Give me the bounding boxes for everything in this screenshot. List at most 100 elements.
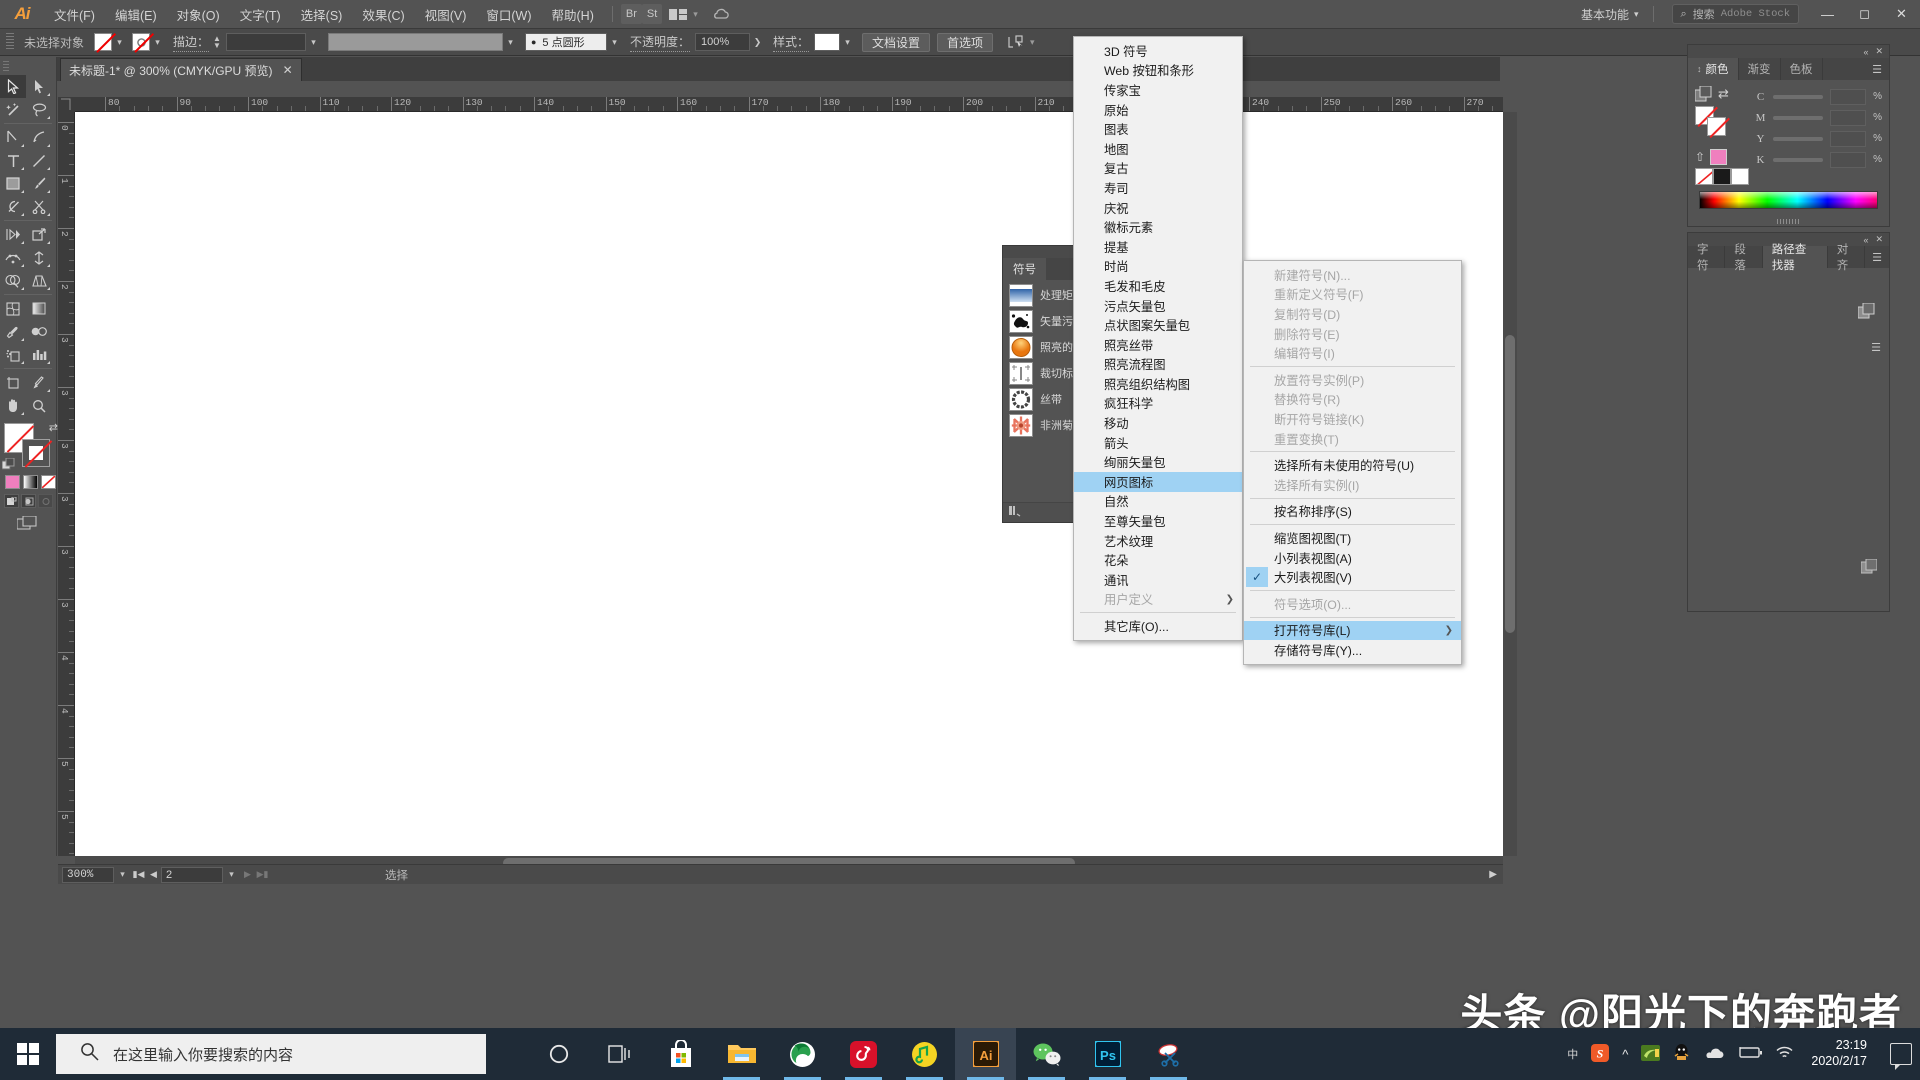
start-button[interactable] [0,1028,56,1080]
color-spectrum-ramp[interactable] [1699,191,1878,209]
menu-item[interactable]: 存储符号库(Y)... [1244,640,1461,660]
vertical-scrollbar[interactable] [1503,112,1517,856]
wifi-icon[interactable] [1775,1045,1794,1063]
perspective-grid-tool[interactable] [26,269,52,292]
menu-select[interactable]: 选择(S) [291,0,353,28]
cortana-icon[interactable] [528,1028,589,1080]
menu-item[interactable]: 徽标元素 [1074,217,1242,237]
photoshop-icon[interactable]: Ps [1077,1028,1138,1080]
stock-search-box[interactable]: ⌕ 搜索 Adobe Stock [1672,4,1799,24]
menu-item[interactable]: Web 按钮和条形 [1074,61,1242,81]
curvature-tool[interactable] [26,126,52,149]
white-swatch[interactable] [1731,168,1749,185]
menu-item[interactable]: 花朵 [1074,550,1242,570]
menu-item[interactable]: 自然 [1074,492,1242,512]
stroke-profile-field[interactable] [328,33,503,51]
taskbar-search-box[interactable]: 在这里输入你要搜索的内容 [56,1034,486,1074]
onedrive-icon[interactable] [1703,1046,1724,1063]
minus-front-icon[interactable] [1724,276,1748,296]
restore-color-icon[interactable]: ⇧ [1695,150,1705,164]
none-swatch[interactable] [1695,168,1713,185]
netease-music-icon[interactable] [833,1028,894,1080]
menu-item[interactable]: 缩览图视图(T) [1244,528,1461,548]
black-swatch[interactable] [1713,168,1731,185]
stroke-weight-field[interactable] [226,33,306,51]
graphic-style-dropdown[interactable]: ▾ [840,33,855,51]
unite-icon[interactable] [1696,276,1720,296]
tab-color[interactable]: ↕ 颜色 [1688,58,1739,80]
screen-mode-button[interactable] [17,516,56,535]
first-artboard-button[interactable]: ▮◀ [131,867,146,883]
blend-tool[interactable] [26,320,52,343]
menu-item[interactable]: 艺术纹理 [1074,531,1242,551]
tab-align[interactable]: 对齐 [1828,246,1865,268]
minimize-button[interactable]: — [1809,0,1846,28]
shaper-tool[interactable] [0,195,26,218]
selection-tool[interactable] [0,75,26,98]
taskbar-clock[interactable]: 23:19 2020/2/17 [1807,1038,1877,1069]
stroke-color-box[interactable] [22,439,50,467]
stroke-profile-dropdown[interactable]: ▾ [503,33,518,51]
draw-normal-button[interactable] [4,494,19,508]
paintbrush-tool[interactable] [26,172,52,195]
menu-item[interactable]: 图表 [1074,119,1242,139]
stroke-dropdown-icon[interactable]: ▾ [150,33,165,51]
rectangle-tool[interactable] [0,172,26,195]
tab-symbols[interactable]: 符号 [1003,258,1046,280]
menu-item[interactable]: 寿司 [1074,178,1242,198]
previous-artboard-button[interactable]: ◀ [146,867,161,883]
secondary-panel-footer-menu-icon[interactable]: ☰ [1871,341,1881,354]
width-tool[interactable] [0,246,26,269]
maximize-button[interactable]: ◻ [1846,0,1883,28]
select-similar-icon[interactable]: ▾ [1001,32,1042,52]
channel-value-y[interactable] [1830,131,1866,147]
zoom-dropdown-icon[interactable]: ▾ [114,867,131,883]
opacity-field[interactable]: 100% [695,33,750,51]
fill-dropdown-icon[interactable]: ▾ [112,33,127,51]
menu-item[interactable]: 照亮丝带 [1074,335,1242,355]
fill-swatch[interactable] [94,33,112,51]
menu-item[interactable]: 移动 [1074,413,1242,433]
zoom-level-field[interactable]: 300% [62,867,114,883]
draw-inside-button[interactable] [38,494,53,508]
menu-item[interactable]: 照亮流程图 [1074,355,1242,375]
artboard-number-field[interactable]: 2 [161,867,223,883]
menu-item[interactable]: 毛发和毛皮 [1074,276,1242,296]
swap-color-icon[interactable]: ⇄ [1718,86,1729,102]
edge-icon[interactable] [772,1028,833,1080]
color-fill-stroke-boxes[interactable] [1695,106,1729,138]
color-fill-stroke-proxy[interactable]: ⇄ [1695,86,1749,102]
workspace-switcher[interactable]: 基本功能 ▾ [1575,6,1645,23]
channel-value-c[interactable] [1830,89,1866,105]
last-artboard-button[interactable]: ▶▮ [255,867,270,883]
menu-edit[interactable]: 编辑(E) [105,0,167,28]
stroke-weight-dropdown[interactable]: ▾ [306,33,321,51]
stock-icon[interactable]: St [642,4,662,24]
tab-paragraph[interactable]: 段落 [1725,246,1762,268]
horizontal-ruler[interactable]: 8090100110120130140150160170180190200210… [75,97,1503,112]
menu-item[interactable]: 照亮组织结构图 [1074,374,1242,394]
menu-item[interactable]: 庆祝 [1074,198,1242,218]
close-icon[interactable]: ✕ [283,63,293,77]
menu-item[interactable]: 传家宝 [1074,80,1242,100]
fill-stroke-indicator[interactable]: ⇄ [4,423,56,471]
channel-slider-k[interactable] [1773,158,1823,162]
channel-value-k[interactable] [1830,152,1866,168]
last-color-swatch[interactable] [1710,149,1727,165]
transparency-swatch[interactable] [1861,559,1877,579]
menu-type[interactable]: 文字(T) [230,0,291,28]
none-fill-button[interactable] [41,475,56,489]
menu-item[interactable]: 时尚 [1074,257,1242,277]
close-panel-icon[interactable]: ✕ [1875,46,1883,57]
color-panel-resize-grip[interactable] [1688,217,1889,226]
toolbox-grip[interactable] [3,61,9,73]
preferences-button[interactable]: 首选项 [937,33,993,52]
line-segment-tool[interactable] [26,149,52,172]
opacity-expand-icon[interactable]: ❯ [750,33,765,51]
collapse-panel-icon[interactable]: « [1863,47,1868,57]
collapse-panel-icon[interactable]: « [1863,235,1868,245]
default-fill-stroke-icon[interactable] [2,458,15,476]
panel-stroke-box[interactable] [1707,117,1726,136]
tab-swatches[interactable]: 色板 [1781,58,1823,80]
gradient-tool[interactable] [26,297,52,320]
